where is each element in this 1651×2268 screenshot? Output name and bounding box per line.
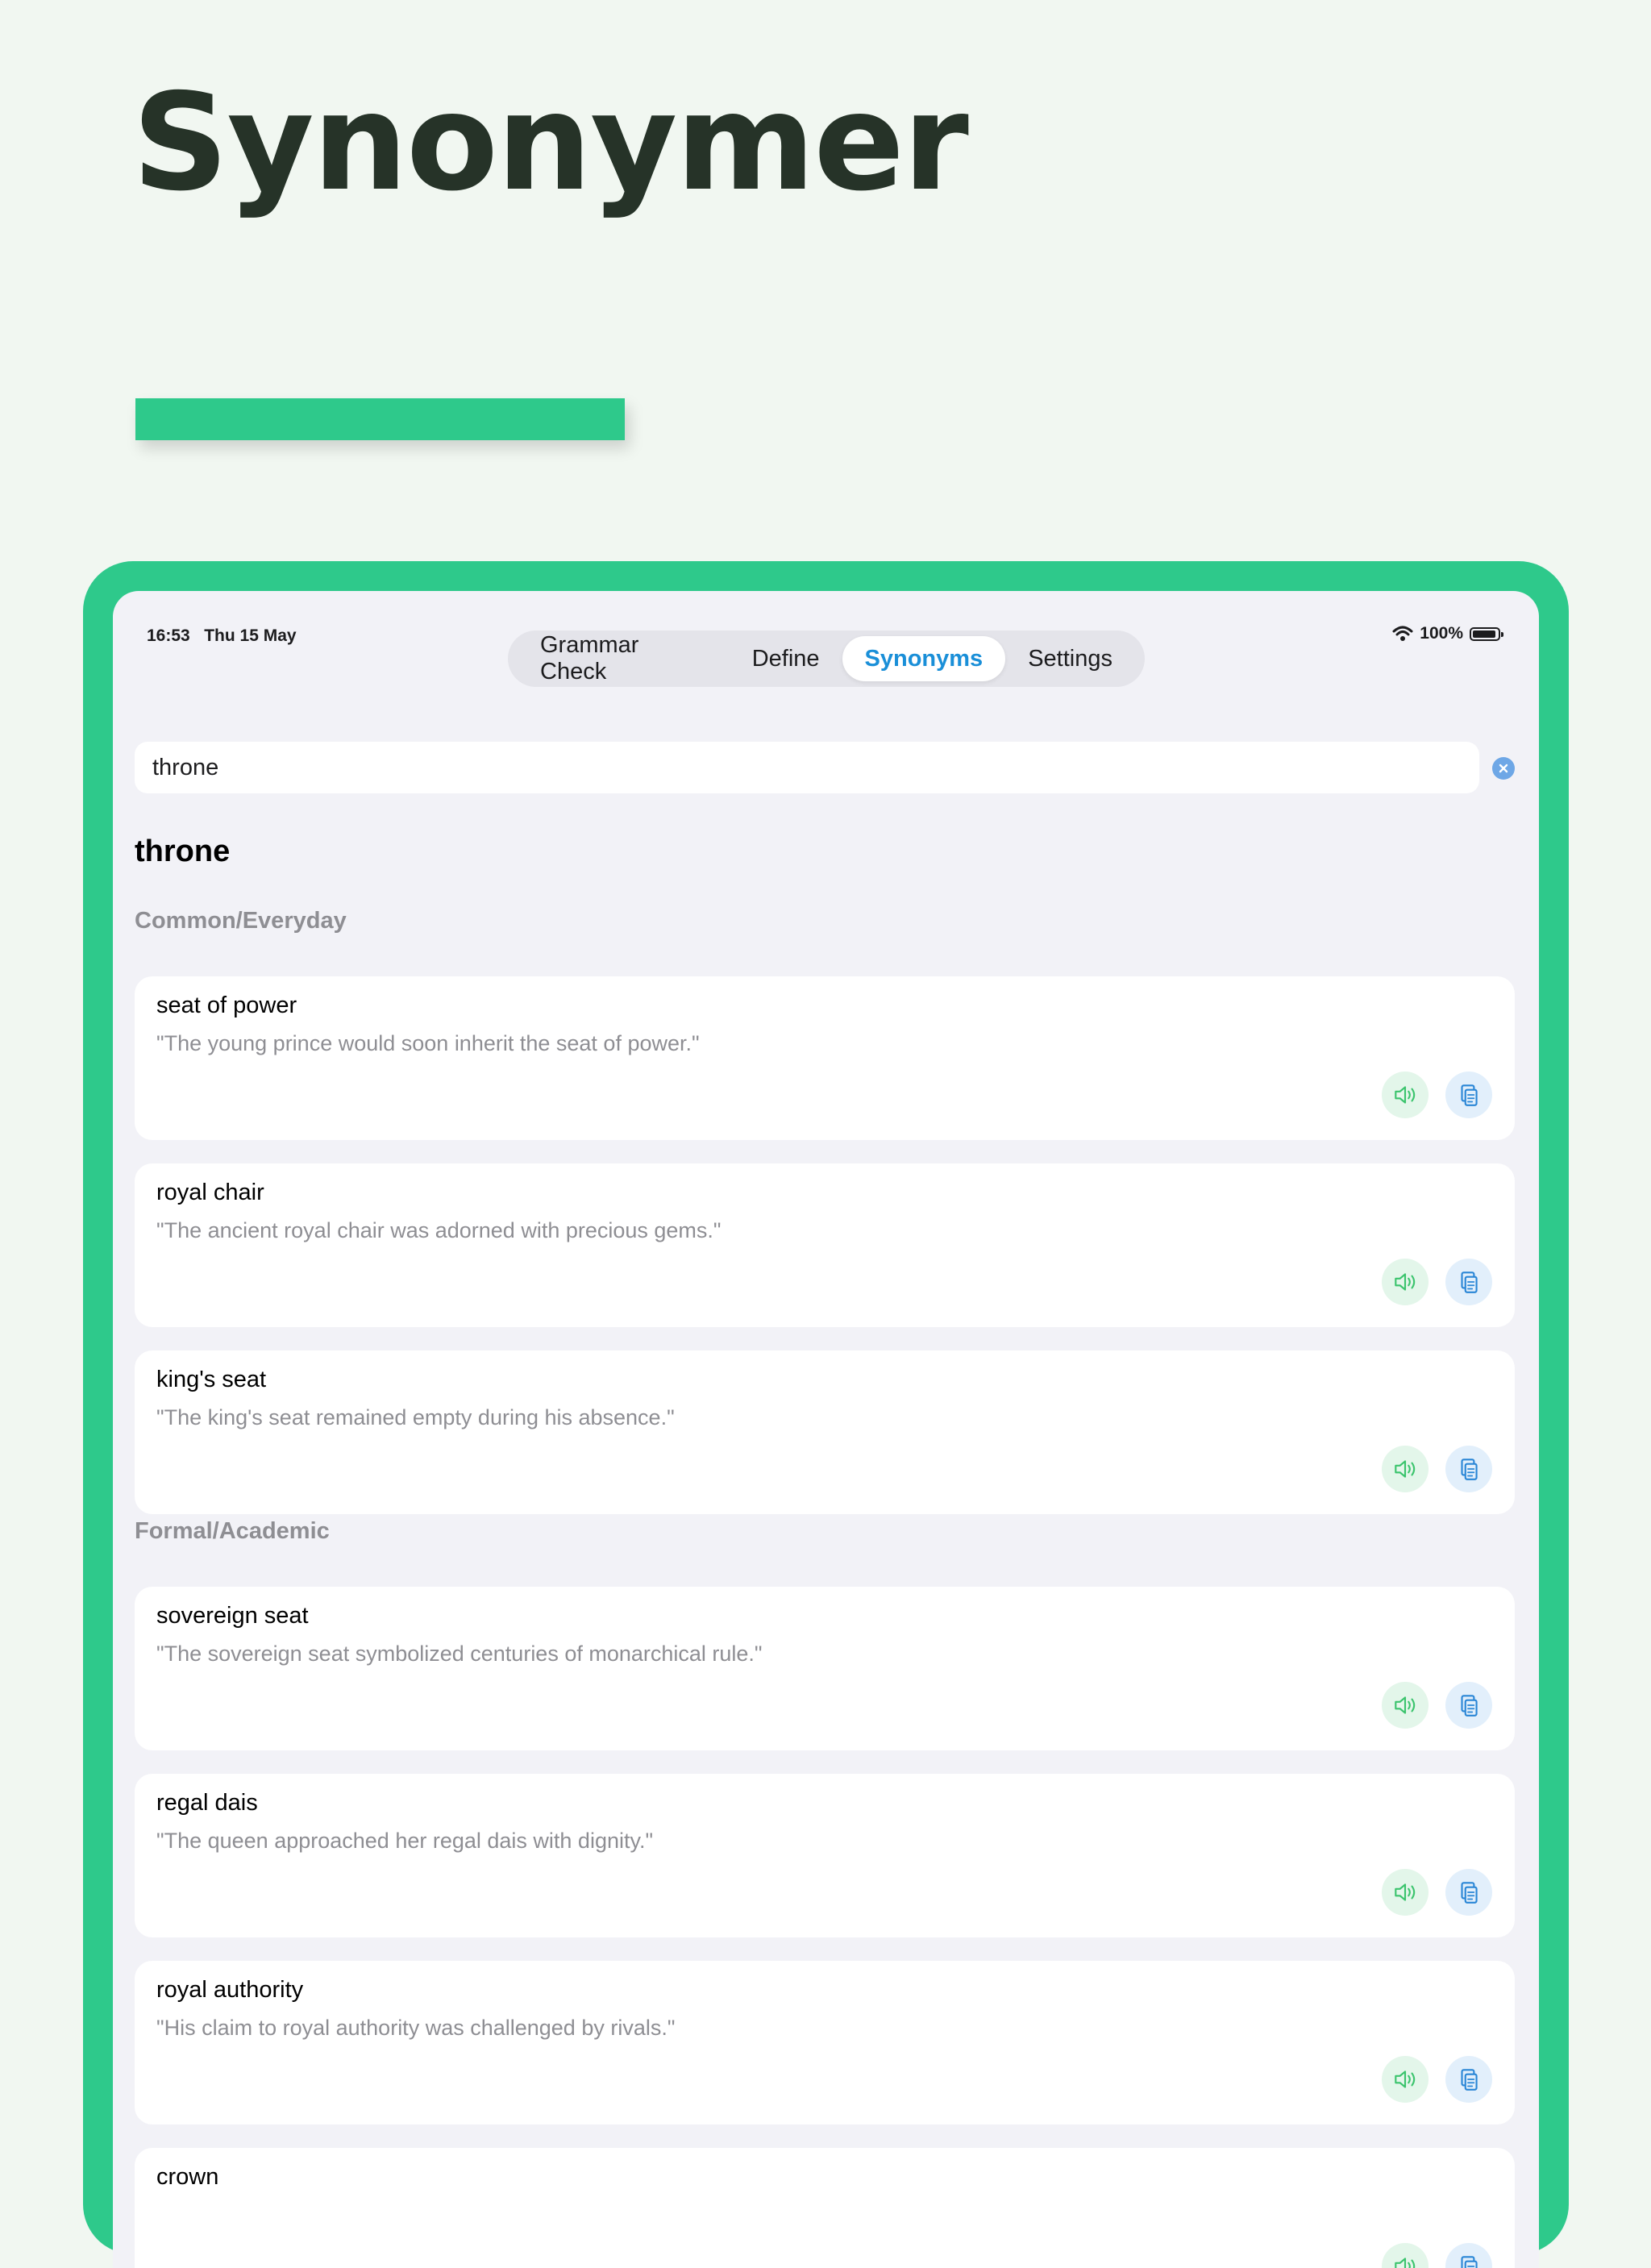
speak-button[interactable] — [1382, 1869, 1429, 1916]
tab-grammar-check[interactable]: Grammar Check — [518, 632, 730, 685]
speak-button[interactable] — [1382, 1072, 1429, 1118]
synonym-word: royal chair — [156, 1180, 264, 1205]
speak-button[interactable] — [1382, 1259, 1429, 1305]
app-screen: 16:53 Thu 15 May 100% Grammar Check Defi… — [113, 591, 1539, 2268]
synonym-example: "The young prince would soon inherit the… — [156, 1031, 700, 1055]
synonym-word: seat of power — [156, 993, 297, 1018]
status-date: Thu 15 May — [204, 626, 297, 645]
synonym-example: "The ancient royal chair was adorned wit… — [156, 1218, 722, 1242]
speak-button[interactable] — [1382, 1682, 1429, 1729]
tab-bar: Grammar Check Define Synonyms Settings — [508, 630, 1145, 687]
wifi-icon — [1392, 626, 1413, 641]
status-indicators: 100% — [1392, 624, 1503, 643]
copy-button[interactable] — [1445, 1869, 1492, 1916]
accent-bar — [135, 398, 625, 440]
tab-settings[interactable]: Settings — [1005, 636, 1135, 681]
synonym-word: crown — [156, 2164, 219, 2190]
copy-icon — [1461, 2069, 1478, 2091]
copy-icon — [1461, 1695, 1478, 1717]
copy-icon — [1461, 1271, 1478, 1293]
speaker-icon — [1395, 1883, 1416, 1901]
speaker-icon — [1395, 2258, 1416, 2268]
synonym-card[interactable]: royal authority "His claim to royal autho… — [135, 1961, 1515, 2124]
synonym-word: sovereign seat — [156, 1603, 309, 1629]
speaker-icon — [1395, 1460, 1416, 1478]
device-frame: 16:53 Thu 15 May 100% Grammar Check Defi… — [83, 561, 1569, 2268]
synonym-card[interactable]: royal chair "The ancient royal chair was … — [135, 1163, 1515, 1327]
copy-button[interactable] — [1445, 1072, 1492, 1118]
section-header: Common/Everyday — [135, 908, 347, 934]
copy-button[interactable] — [1445, 2243, 1492, 2268]
speak-button[interactable] — [1382, 2243, 1429, 2268]
copy-button[interactable] — [1445, 1682, 1492, 1729]
clear-icon — [1499, 764, 1508, 773]
battery-icon — [1470, 626, 1503, 641]
synonym-card[interactable]: crown — [135, 2148, 1515, 2268]
status-bar: 16:53 Thu 15 May 100% — [113, 591, 1539, 645]
synonym-word: royal authority — [156, 1977, 304, 2003]
synonym-card[interactable]: regal dais "The queen approached her rega… — [135, 1774, 1515, 1937]
synonym-example: "The sovereign seat symbolized centuries… — [156, 1642, 763, 1666]
speak-button[interactable] — [1382, 2056, 1429, 2103]
speaker-icon — [1395, 1086, 1416, 1104]
speaker-icon — [1395, 1273, 1416, 1291]
copy-button[interactable] — [1445, 1446, 1492, 1492]
synonym-example: "The queen approached her regal dais wit… — [156, 1829, 654, 1853]
synonym-example: "His claim to royal authority was challe… — [156, 2016, 676, 2040]
clear-button[interactable] — [1492, 757, 1515, 780]
copy-icon — [1461, 1084, 1478, 1106]
status-time: 16:53 Thu 15 May — [147, 626, 297, 646]
tab-define[interactable]: Define — [730, 636, 842, 681]
search-input[interactable] — [152, 754, 1462, 781]
synonym-word: regal dais — [156, 1790, 258, 1816]
battery-percent: 100% — [1420, 624, 1463, 643]
copy-button[interactable] — [1445, 1259, 1492, 1305]
synonym-card[interactable]: sovereign seat "The sovereign seat symbol… — [135, 1587, 1515, 1750]
search-field — [135, 742, 1479, 793]
synonym-word: king's seat — [156, 1367, 267, 1392]
synonym-example: "The king's seat remained empty during h… — [156, 1405, 675, 1429]
synonym-card[interactable]: king's seat "The king's seat remained emp… — [135, 1350, 1515, 1514]
hero-title: Synonymer — [132, 65, 969, 221]
status-time-value: 16:53 — [147, 626, 190, 645]
copy-icon — [1461, 2256, 1478, 2268]
tab-synonyms[interactable]: Synonyms — [842, 636, 1006, 681]
copy-icon — [1461, 1882, 1478, 1904]
speaker-icon — [1395, 1696, 1416, 1714]
query-title: throne — [135, 834, 231, 868]
synonym-card[interactable]: seat of power "The young prince would soo… — [135, 976, 1515, 1140]
copy-icon — [1461, 1459, 1478, 1480]
speak-button[interactable] — [1382, 1446, 1429, 1492]
section-header: Formal/Academic — [135, 1518, 330, 1544]
speaker-icon — [1395, 2070, 1416, 2088]
copy-button[interactable] — [1445, 2056, 1492, 2103]
